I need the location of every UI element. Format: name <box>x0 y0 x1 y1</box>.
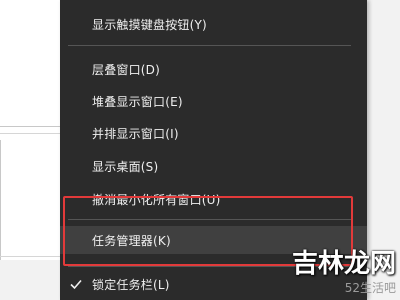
menu-item-label: 显示触摸键盘按钮(Y) <box>92 17 207 32</box>
menu-item-cascade-windows[interactable]: 层叠窗口(D) <box>60 55 367 83</box>
menu-item-label: 层叠窗口(D) <box>92 62 161 77</box>
background-divider <box>0 140 1 260</box>
menu-item-label: 堆叠显示窗口(E) <box>92 94 183 109</box>
menu-item-label: 并排显示窗口(I) <box>92 126 179 141</box>
background-divider <box>0 256 60 257</box>
menu-item-side-by-side[interactable]: 并排显示窗口(I) <box>60 119 367 147</box>
menu-item-show-touch-keyboard[interactable]: 显示触摸键盘按钮(Y) <box>60 10 367 38</box>
menu-item-show-desktop[interactable]: 显示桌面(S) <box>60 152 367 180</box>
menu-item-label: 显示桌面(S) <box>92 159 159 174</box>
background-divider <box>0 133 60 134</box>
watermark-main-text: 吉林龙网 <box>291 249 396 279</box>
watermark-sub-text: 52生活吧 <box>344 281 396 295</box>
watermark: 吉林龙网 52生活吧 <box>292 251 396 296</box>
checkmark-icon <box>70 279 82 290</box>
menu-item-stack-windows[interactable]: 堆叠显示窗口(E) <box>60 87 367 115</box>
background-divider <box>0 126 60 127</box>
menu-item-label: 锁定任务栏(L) <box>92 277 170 292</box>
menu-separator <box>68 45 351 46</box>
background-window <box>0 0 60 260</box>
